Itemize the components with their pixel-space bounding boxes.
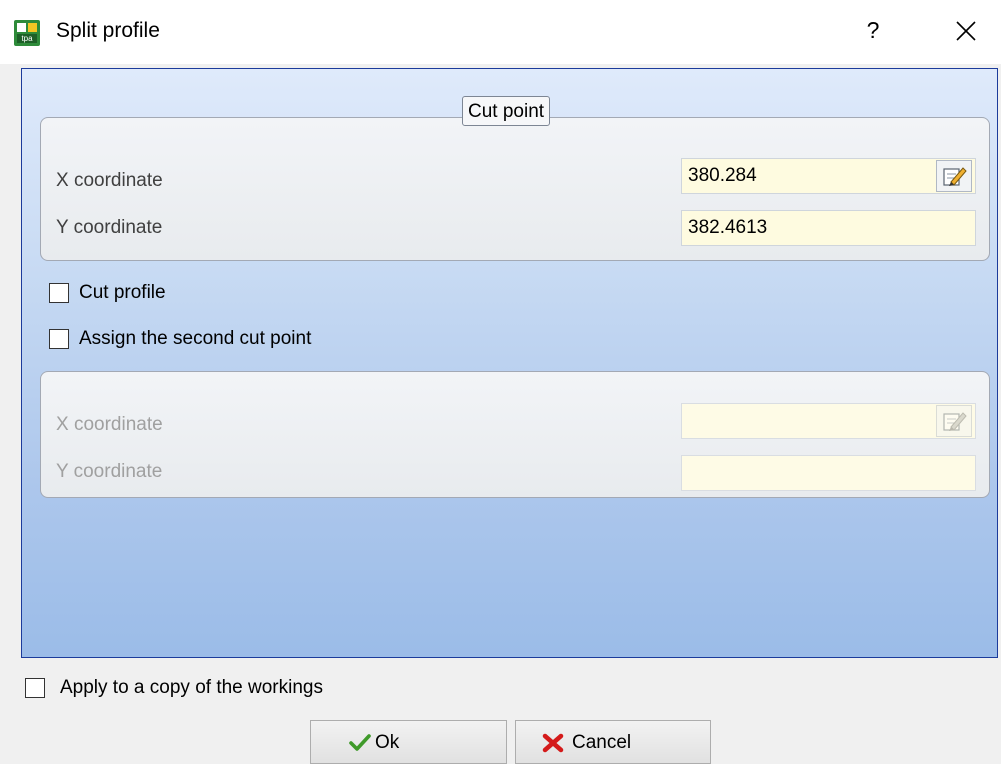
cut-point-legend: Cut point <box>462 96 551 126</box>
ok-label: Ok <box>375 732 400 753</box>
help-button[interactable]: ? <box>860 17 886 44</box>
second-y-coordinate-input[interactable] <box>681 455 976 491</box>
cancel-button[interactable]: Cancel <box>515 720 711 764</box>
pick-point-button[interactable] <box>936 160 972 192</box>
ok-button[interactable]: Ok <box>310 720 507 764</box>
title-bar: tpa Split profile ? <box>0 0 1001 64</box>
apply-copy-label: Apply to a copy of the workings <box>60 677 323 698</box>
cut-profile-label: Cut profile <box>79 282 166 303</box>
cut-profile-box[interactable] <box>49 283 69 303</box>
second-pick-point-button[interactable] <box>936 405 972 437</box>
second-x-coordinate-input[interactable] <box>681 403 976 439</box>
svg-text:tpa: tpa <box>21 34 33 43</box>
second-y-coordinate-label: Y coordinate <box>56 461 163 482</box>
apply-copy-box[interactable] <box>25 678 45 698</box>
pick-point-icon <box>943 412 967 431</box>
red-x-icon <box>542 733 564 753</box>
y-coordinate-input[interactable]: 382.4613 <box>681 210 976 246</box>
close-icon[interactable] <box>953 18 979 44</box>
window-title: Split profile <box>56 19 160 42</box>
x-coordinate-label: X coordinate <box>56 170 163 191</box>
x-coordinate-input[interactable]: 380.284 <box>681 158 976 194</box>
cancel-label: Cancel <box>572 732 632 753</box>
second-cut-point-label: Assign the second cut point <box>79 328 312 349</box>
second-x-coordinate-label: X coordinate <box>56 414 163 435</box>
pick-point-icon <box>943 167 967 186</box>
second-cut-point-box[interactable] <box>49 329 69 349</box>
checkmark-icon <box>349 734 371 751</box>
y-coordinate-label: Y coordinate <box>56 217 163 238</box>
app-icon: tpa <box>14 20 40 46</box>
